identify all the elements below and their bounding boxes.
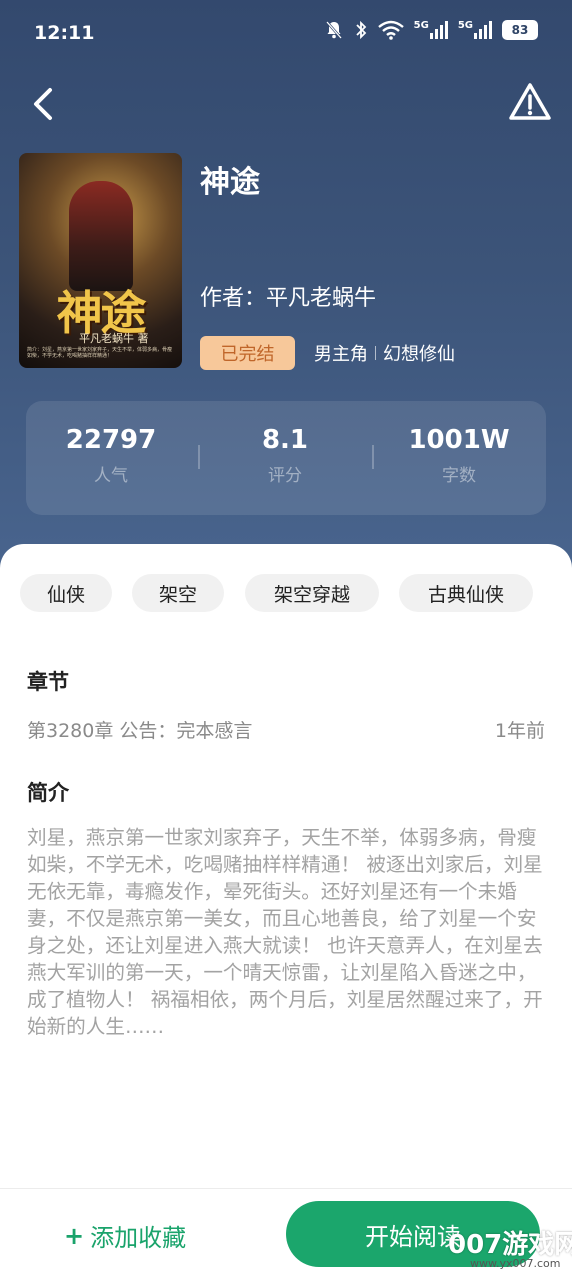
cover-blurb-text: 简介：刘星，燕京第一世家刘家弃子，天生不举，体弱多病，骨瘦如柴，不学无术，吃喝赌…: [27, 347, 173, 359]
add-to-favorites-button[interactable]: + 添加收藏: [64, 1218, 186, 1253]
status-time: 12:11: [34, 22, 95, 44]
cover-artwork: [69, 181, 133, 291]
bluetooth-icon: [354, 20, 368, 40]
stat-label: 字数: [442, 466, 476, 486]
report-button[interactable]: [508, 82, 552, 122]
latest-chapter-row[interactable]: 第3280章 公告：完本感言 1年前: [27, 716, 545, 744]
status-icons: 5G 5G 83: [324, 20, 538, 40]
book-author: 作者：平凡老蜗牛: [200, 286, 377, 311]
mute-bell-icon: [324, 20, 344, 40]
signal-type-label: 5G: [413, 20, 429, 31]
synopsis-text: 刘星，燕京第一世家刘家弃子，天生不举，体弱多病，骨瘦如柴，不学无术，吃喝赌抽样样…: [27, 826, 543, 1038]
latest-chapter-title: 第3280章 公告：完本感言: [27, 720, 253, 742]
watermark-url-text: www.yx007.com: [470, 1257, 561, 1270]
tag-chip[interactable]: 古典仙侠: [399, 574, 533, 612]
battery-icon: 83: [502, 20, 538, 40]
stat-label: 评分: [268, 466, 302, 486]
chevron-left-icon: [34, 88, 52, 120]
watermark-logo-text: 007游戏网: [448, 1230, 572, 1260]
tag-list: 仙侠 架空 架空穿越 古典仙侠: [0, 574, 572, 614]
genre-primary: 男主角: [314, 344, 368, 365]
wifi-icon: [377, 20, 404, 40]
cell-signal-icon: 5G: [414, 20, 448, 40]
plus-icon: +: [64, 1221, 85, 1250]
stat-word-count: 1001W 字数: [384, 425, 534, 486]
stat-value: 22797: [65, 425, 157, 455]
stat-divider: [372, 445, 374, 469]
status-bar: 12:11 5G 5G 83: [0, 0, 572, 66]
book-title: 神途: [200, 165, 260, 200]
synopsis-heading: 简介: [27, 781, 69, 805]
genre-line: 男主角 幻想修仙: [314, 340, 455, 366]
site-watermark: 007游戏网 www.yx007.com: [448, 1224, 572, 1274]
latest-chapter-time: 1年前: [494, 720, 545, 742]
start-reading-label: 开始阅读: [365, 1222, 461, 1251]
stat-label: 人气: [94, 466, 128, 486]
genre-divider: [375, 346, 376, 360]
stat-value: 1001W: [408, 425, 510, 455]
stat-value: 8.1: [261, 425, 309, 455]
back-button[interactable]: [28, 86, 60, 122]
stat-divider: [198, 445, 200, 469]
genre-secondary: 幻想修仙: [383, 344, 455, 365]
signal-type-label: 5G: [457, 20, 473, 31]
tag-chip[interactable]: 仙侠: [20, 574, 112, 612]
add-to-favorites-label: 添加收藏: [90, 1224, 187, 1252]
stat-rating: 8.1 评分: [210, 425, 360, 486]
warning-icon: [509, 83, 551, 120]
completion-status-badge: 已完结: [200, 336, 295, 370]
stats-card: 22797 人气 8.1 评分 1001W 字数: [26, 401, 546, 515]
tag-chip[interactable]: 架空: [132, 574, 224, 612]
cell-signal-icon: 5G: [458, 20, 492, 40]
chapters-heading: 章节: [27, 670, 69, 694]
book-cover: 神途 平凡老蜗牛 著 简介：刘星，燕京第一世家刘家弃子，天生不举，体弱多病，骨瘦…: [19, 153, 182, 368]
stat-popularity: 22797 人气: [36, 425, 186, 486]
cover-author-text: 平凡老蜗牛 著: [79, 332, 149, 345]
tag-chip[interactable]: 架空穿越: [245, 574, 379, 612]
